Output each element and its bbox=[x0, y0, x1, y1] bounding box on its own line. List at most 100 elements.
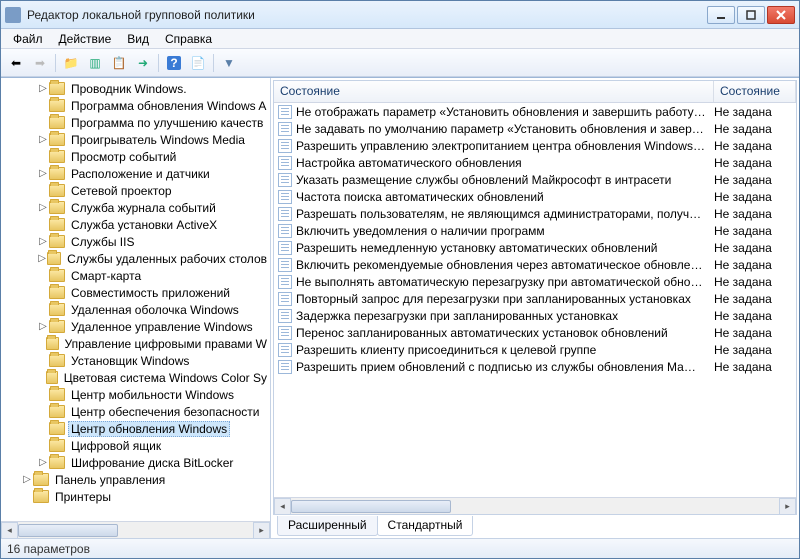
list-header: Состояние Состояние bbox=[274, 81, 796, 103]
list-row[interactable]: Включить рекомендуемые обновления через … bbox=[274, 256, 796, 273]
tree-icon: ▥ bbox=[89, 56, 100, 70]
list-horizontal-scrollbar[interactable]: ◂ ▸ bbox=[274, 497, 796, 514]
tree-item[interactable]: Установщик Windows bbox=[1, 352, 270, 369]
tree-item[interactable]: Центр обновления Windows bbox=[1, 420, 270, 437]
tree-item[interactable]: ▷Удаленное управление Windows bbox=[1, 318, 270, 335]
tree-item[interactable]: Служба установки ActiveX bbox=[1, 216, 270, 233]
menu-view[interactable]: Вид bbox=[119, 30, 157, 48]
folder-icon bbox=[49, 456, 65, 469]
list-row[interactable]: Разрешить прием обновлений с подписью из… bbox=[274, 358, 796, 375]
tree-item-label: Установщик Windows bbox=[68, 354, 192, 368]
list-row[interactable]: Повторный запрос для перезагрузки при за… bbox=[274, 290, 796, 307]
list-body[interactable]: Не отображать параметр «Установить обнов… bbox=[274, 103, 796, 497]
export-button[interactable]: ➜ bbox=[132, 52, 154, 74]
scroll-thumb[interactable] bbox=[291, 500, 451, 513]
policy-name: Разрешить прием обновлений с подписью из… bbox=[296, 360, 714, 374]
column-header-name[interactable]: Состояние bbox=[274, 81, 714, 102]
minimize-button[interactable] bbox=[707, 6, 735, 24]
tab-standard[interactable]: Стандартный bbox=[377, 516, 474, 536]
tree-item[interactable]: Цветовая система Windows Color Sy bbox=[1, 369, 270, 386]
tree-item[interactable]: ▷Расположение и датчики bbox=[1, 165, 270, 182]
tree-item[interactable]: Сетевой проектор bbox=[1, 182, 270, 199]
tree-item[interactable]: ▷Службы IIS bbox=[1, 233, 270, 250]
back-button[interactable]: ⬅ bbox=[5, 52, 27, 74]
forward-button[interactable]: ➡ bbox=[29, 52, 51, 74]
tree-item[interactable]: ▷Службы удаленных рабочих столов bbox=[1, 250, 270, 267]
close-button[interactable] bbox=[767, 6, 795, 24]
expander-icon[interactable]: ▷ bbox=[37, 253, 47, 264]
policy-icon bbox=[278, 173, 292, 187]
menu-file[interactable]: Файл bbox=[5, 30, 51, 48]
policy-state: Не задана bbox=[714, 360, 796, 374]
tree-item[interactable]: Программа обновления Windows A bbox=[1, 97, 270, 114]
menu-help[interactable]: Справка bbox=[157, 30, 220, 48]
tree-item[interactable]: Смарт-карта bbox=[1, 267, 270, 284]
list-row[interactable]: Разрешить немедленную установку автомати… bbox=[274, 239, 796, 256]
tree-item[interactable]: Удаленная оболочка Windows bbox=[1, 301, 270, 318]
tree-view[interactable]: ▷Проводник Windows. Программа обновления … bbox=[1, 78, 270, 521]
maximize-button[interactable] bbox=[737, 6, 765, 24]
refresh-button[interactable]: 📄 bbox=[187, 52, 209, 74]
menu-action[interactable]: Действие bbox=[51, 30, 120, 48]
tree-item[interactable]: Управление цифровыми правами W bbox=[1, 335, 270, 352]
window-title: Редактор локальной групповой политики bbox=[27, 8, 707, 22]
expander-icon[interactable]: ▷ bbox=[37, 134, 49, 145]
expander-icon[interactable]: ▷ bbox=[37, 236, 49, 247]
tree-horizontal-scrollbar[interactable]: ◂ ▸ bbox=[1, 521, 270, 538]
list-row[interactable]: Не выполнять автоматическую перезагрузку… bbox=[274, 273, 796, 290]
list-row[interactable]: Перенос запланированных автоматических у… bbox=[274, 324, 796, 341]
expander-icon[interactable]: ▷ bbox=[37, 321, 49, 332]
policy-state: Не задана bbox=[714, 275, 796, 289]
tree-item[interactable]: Центр обеспечения безопасности bbox=[1, 403, 270, 420]
column-header-state[interactable]: Состояние bbox=[714, 81, 796, 102]
tree-item[interactable]: ▷ Шифрование диска BitLocker bbox=[1, 454, 270, 471]
policy-name: Включить уведомления о наличии программ bbox=[296, 224, 714, 238]
expander-icon[interactable]: ▷ bbox=[37, 83, 49, 94]
policy-name: Разрешить управлению электропитанием цен… bbox=[296, 139, 714, 153]
expander-icon[interactable]: ▷ bbox=[37, 168, 49, 179]
policy-icon bbox=[278, 122, 292, 136]
help-icon: ? bbox=[167, 56, 181, 70]
list-row[interactable]: Разрешать пользователям, не являющимся а… bbox=[274, 205, 796, 222]
tree-item[interactable]: ▷Проигрыватель Windows Media bbox=[1, 131, 270, 148]
tree-item-label: Шифрование диска BitLocker bbox=[68, 456, 236, 470]
list-row[interactable]: Включить уведомления о наличии программН… bbox=[274, 222, 796, 239]
tree-item[interactable]: Цифровой ящик bbox=[1, 437, 270, 454]
list-row[interactable]: Задержка перезагрузки при запланированны… bbox=[274, 307, 796, 324]
list-row[interactable]: Указать размещение службы обновлений Май… bbox=[274, 171, 796, 188]
scroll-left-arrow-icon[interactable]: ◂ bbox=[1, 522, 18, 539]
show-hide-tree-button[interactable]: ▥ bbox=[84, 52, 106, 74]
list-row[interactable]: Разрешить клиенту присоединиться к целев… bbox=[274, 341, 796, 358]
tree-item[interactable]: ▷Проводник Windows. bbox=[1, 80, 270, 97]
scroll-right-arrow-icon[interactable]: ▸ bbox=[253, 522, 270, 539]
scroll-right-arrow-icon[interactable]: ▸ bbox=[779, 498, 796, 515]
tree-item-label: Программа обновления Windows A bbox=[68, 99, 269, 113]
list-row[interactable]: Не задавать по умолчанию параметр «Устан… bbox=[274, 120, 796, 137]
list-row[interactable]: Разрешить управлению электропитанием цен… bbox=[274, 137, 796, 154]
properties-button[interactable]: 📋 bbox=[108, 52, 130, 74]
scroll-thumb[interactable] bbox=[18, 524, 118, 537]
arrow-left-icon: ⬅ bbox=[11, 56, 21, 70]
folder-icon bbox=[49, 99, 65, 112]
list-row[interactable]: Частота поиска автоматических обновлений… bbox=[274, 188, 796, 205]
policy-name: Включить рекомендуемые обновления через … bbox=[296, 258, 714, 272]
tree-item[interactable]: Принтеры bbox=[1, 488, 270, 505]
tree-item[interactable]: Совместимость приложений bbox=[1, 284, 270, 301]
toolbar: ⬅ ➡ 📁 ▥ 📋 ➜ ? 📄 ▼ bbox=[1, 49, 799, 77]
help-button[interactable]: ? bbox=[163, 52, 185, 74]
tree-item[interactable]: ▷Панель управления bbox=[1, 471, 270, 488]
titlebar: Редактор локальной групповой политики bbox=[1, 1, 799, 29]
scroll-left-arrow-icon[interactable]: ◂ bbox=[274, 498, 291, 515]
expander-icon[interactable]: ▷ bbox=[21, 474, 33, 485]
tab-extended[interactable]: Расширенный bbox=[277, 516, 378, 536]
filter-button[interactable]: ▼ bbox=[218, 52, 240, 74]
list-row[interactable]: Не отображать параметр «Установить обнов… bbox=[274, 103, 796, 120]
up-level-button[interactable]: 📁 bbox=[60, 52, 82, 74]
tree-item[interactable]: Просмотр событий bbox=[1, 148, 270, 165]
expander-icon[interactable]: ▷ bbox=[37, 202, 49, 213]
list-row[interactable]: Настройка автоматического обновленияНе з… bbox=[274, 154, 796, 171]
expander-icon[interactable]: ▷ bbox=[37, 457, 49, 468]
tree-item[interactable]: Программа по улучшению качеств bbox=[1, 114, 270, 131]
tree-item[interactable]: ▷Служба журнала событий bbox=[1, 199, 270, 216]
tree-item[interactable]: Центр мобильности Windows bbox=[1, 386, 270, 403]
